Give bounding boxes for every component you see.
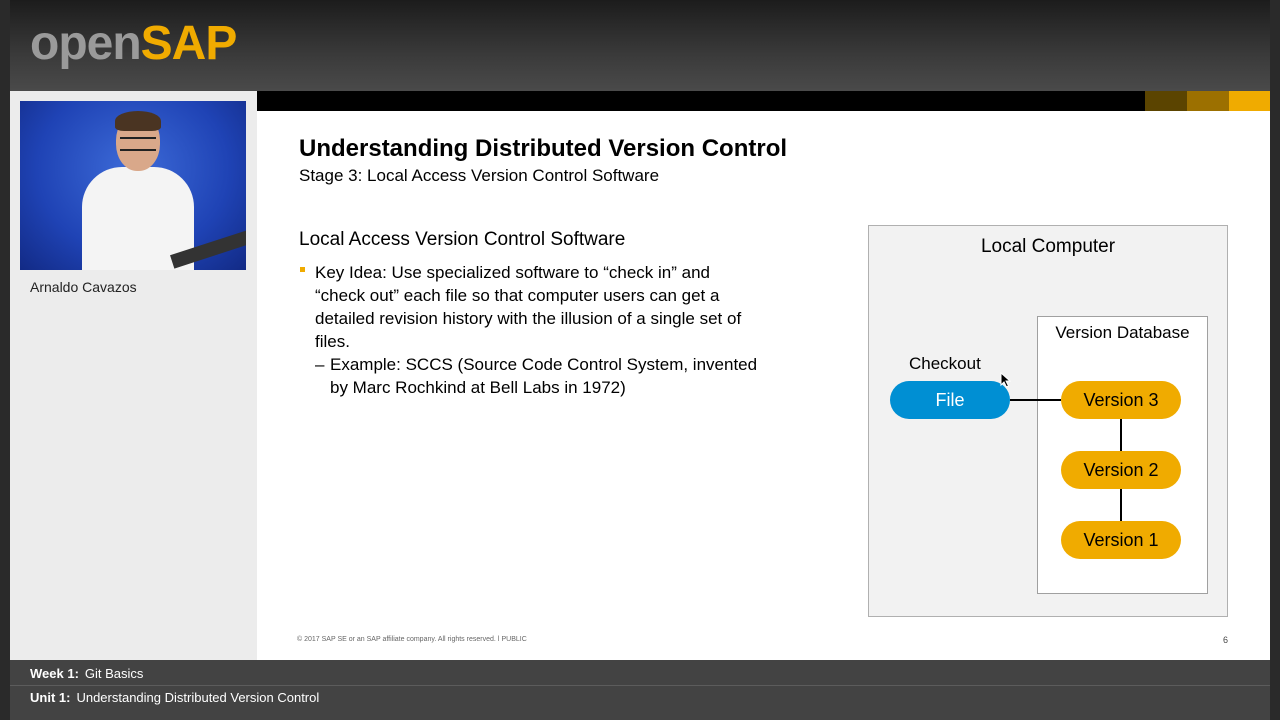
presenter-glasses <box>120 137 156 151</box>
opensap-logo[interactable]: openSAP <box>30 16 238 72</box>
version2-to-version1-connector <box>1120 489 1122 521</box>
course-info-bar: Week 1: Git Basics Unit 1: Understanding D… <box>10 660 1270 720</box>
bullet-square-icon <box>300 267 305 272</box>
week-value: Git Basics <box>84 666 144 681</box>
slide: Understanding Distributed Version Contro… <box>257 91 1270 660</box>
top-stripe-gold <box>1229 91 1270 111</box>
slide-subtitle: Stage 3: Local Access Version Control So… <box>299 166 660 185</box>
version3-to-version2-connector <box>1120 419 1122 451</box>
version-database-title: Version Database <box>1055 323 1190 342</box>
course-bar-divider <box>10 685 1270 686</box>
week-label: Week 1: <box>30 666 79 681</box>
copyright-footer: © 2017 SAP SE or an SAP affiliate compan… <box>297 636 527 643</box>
checkout-label: Checkout <box>909 354 981 373</box>
subbullet-dash: – <box>315 355 325 374</box>
frame-left-edge <box>0 0 10 720</box>
presenter-panel: Arnaldo Cavazos <box>10 91 257 660</box>
version-1-node: Version 1 <box>1061 521 1181 559</box>
logo-open-text: open <box>30 17 142 70</box>
top-stripe-mid <box>1187 91 1229 111</box>
frame-right-edge <box>1270 0 1280 720</box>
diagram-title: Local Computer <box>980 236 1116 257</box>
presenter-hair <box>115 111 161 131</box>
unit-label: Unit 1: <box>30 690 71 705</box>
presenter-name: Arnaldo Cavazos <box>30 279 137 295</box>
presenter-video[interactable] <box>20 101 246 270</box>
slide-title: Understanding Distributed Version Contro… <box>299 135 788 162</box>
example-text: Example: SCCS (Source Code Control Syste… <box>330 355 758 397</box>
version-2-node: Version 2 <box>1061 451 1181 489</box>
opensap-header: openSAP <box>10 0 1270 91</box>
week-row: Week 1: Git Basics <box>30 666 143 681</box>
file-node: File <box>890 381 1010 419</box>
top-stripe-dark <box>1145 91 1187 111</box>
slide-page-number: 6 <box>1222 635 1228 645</box>
file-to-version-connector <box>1010 399 1061 401</box>
example-subbullet: – Example: SCCS (Source Code Control Sys… <box>315 353 775 399</box>
unit-value: Understanding Distributed Version Contro… <box>76 690 320 705</box>
key-idea-bullet: Key Idea: Use specialized software to “c… <box>300 261 760 353</box>
mouse-pointer-icon <box>1000 372 1012 388</box>
unit-row: Unit 1: Understanding Distributed Version… <box>30 690 319 705</box>
local-computer-diagram: Local Computer Version Database Checkout… <box>868 225 1228 617</box>
key-idea-text: Key Idea: Use specialized software to “c… <box>315 263 742 351</box>
version-3-node: Version 3 <box>1061 381 1181 419</box>
section-heading: Local Access Version Control Software <box>299 229 626 250</box>
logo-sap-text: SAP <box>140 17 238 70</box>
slide-top-bar <box>257 91 1270 111</box>
